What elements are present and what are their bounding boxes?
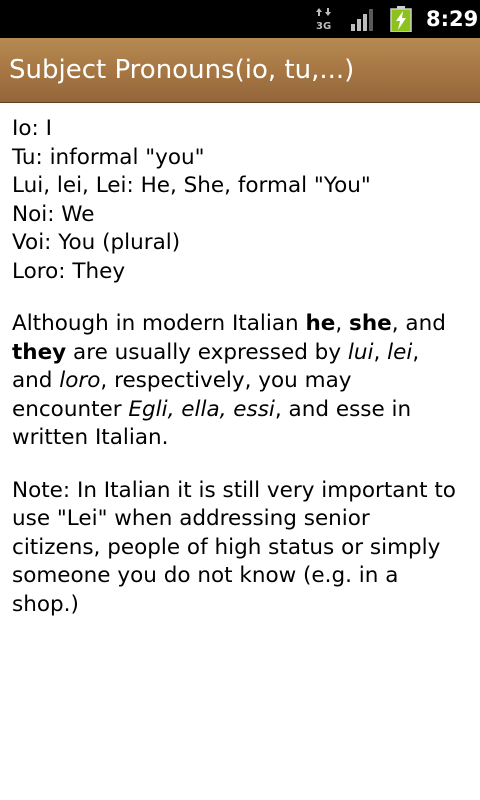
pronoun-list: Io: I Tu: informal "you" Lui, lei, Lei: … <box>12 115 460 286</box>
status-bar: 3G 8:29 <box>0 0 480 38</box>
pronoun-item: Loro: They <box>12 258 126 284</box>
text-run: , and <box>391 311 446 336</box>
text-run: Although in modern Italian <box>12 311 306 336</box>
bold-term: they <box>12 339 67 365</box>
bold-term: she <box>349 311 392 336</box>
usage-paragraph: Although in modern Italian he, she, and … <box>12 310 460 453</box>
pronoun-item: Noi: We <box>12 201 95 227</box>
text-run: , <box>335 311 350 336</box>
pronoun-item: Io: I <box>12 116 52 141</box>
italic-term: lui <box>347 339 374 365</box>
pronoun-item: Lui, lei, Lei: He, She, formal "You" <box>12 173 371 198</box>
text-run: , <box>373 339 388 365</box>
data-transfer-3g-icon: 3G <box>316 8 331 31</box>
note-paragraph: Note: In Italian it is still very import… <box>12 477 456 617</box>
pronoun-item: Voi: You (plural) <box>12 230 181 255</box>
svg-text:3G: 3G <box>316 21 331 31</box>
italic-term: loro <box>59 368 101 393</box>
title-bar: Subject Pronouns(io, tu,...) <box>0 38 480 103</box>
italic-term: lei <box>387 339 413 365</box>
lesson-content: Io: I Tu: informal "you" Lui, lei, Lei: … <box>12 115 460 643</box>
battery-charging-icon <box>390 6 412 32</box>
text-run: are usually expressed by <box>66 339 348 365</box>
italic-term: Egli, ella, essi <box>128 396 275 422</box>
signal-strength-icon <box>351 9 373 31</box>
page-title: Subject Pronouns(io, tu,...) <box>9 55 355 85</box>
bold-term: he <box>305 311 336 336</box>
status-bar-time: 8:29 <box>426 7 479 31</box>
pronoun-item: Tu: informal "you" <box>12 144 205 170</box>
